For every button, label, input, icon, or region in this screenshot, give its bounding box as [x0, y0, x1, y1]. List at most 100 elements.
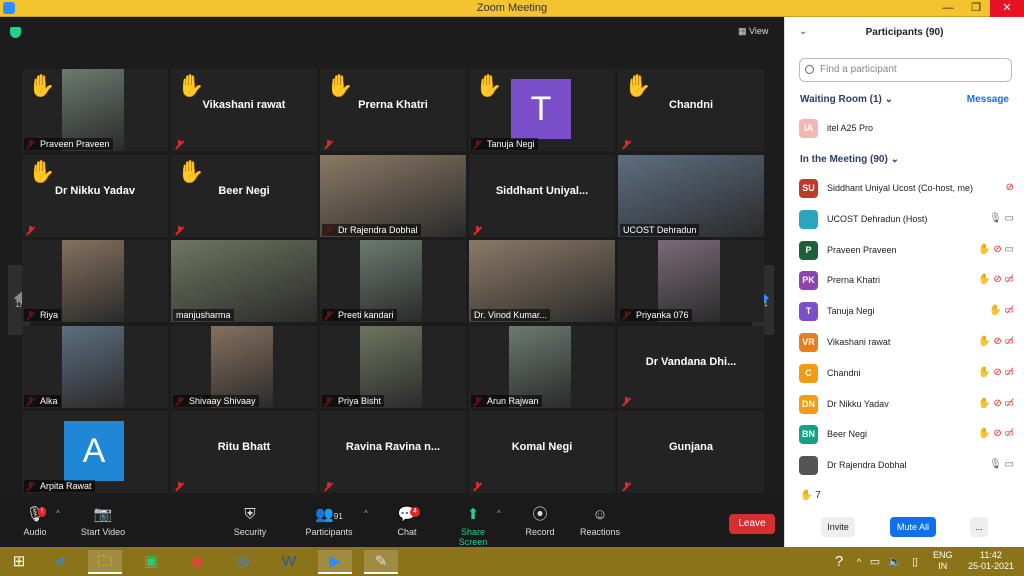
clock[interactable]: 11:42 25-01-2021	[968, 550, 1014, 572]
participant-row[interactable]: SU Siddhant Uniyal Ucost (Co-host, me) ⊘	[799, 178, 1014, 200]
view-button[interactable]: ▦ View	[738, 26, 768, 37]
raised-hand-icon: ✋	[28, 158, 56, 184]
network-icon[interactable]: ▭	[866, 550, 884, 574]
participant-row[interactable]: BN Beer Negi ✋ ⊘ ▭̸	[799, 424, 1014, 446]
participant-tile[interactable]: Riya	[22, 240, 168, 322]
participant-tile[interactable]: Beer Negi ✋	[171, 154, 317, 237]
share-options-caret[interactable]: ^	[497, 509, 501, 518]
waiting-room-header[interactable]: Waiting Room (1) ⌄	[800, 94, 893, 105]
participant-row[interactable]: C Chandni ✋ ⊘ ▭̸	[799, 363, 1014, 385]
muted-mic-icon	[622, 140, 631, 149]
participant-row[interactable]: VR Vikashani rawat ✋ ⊘ ▭̸	[799, 332, 1014, 354]
close-button[interactable]: ✕	[990, 0, 1024, 17]
store-icon[interactable]: ▣	[134, 550, 168, 574]
participant-tile[interactable]: Dr. Vinod Kumar...	[469, 240, 615, 322]
volume-icon[interactable]: 🔈	[886, 550, 904, 574]
participant-tile[interactable]: manjusharma	[171, 240, 317, 322]
participant-tile[interactable]: Ritu Bhatt	[171, 411, 317, 493]
chat-button[interactable]: 💬 Chat 4	[392, 505, 422, 537]
windows-taskbar: ⊞ ℯ 🗀 ▣ ◉ ◎ W ▶ ✎ ? ^ ▭ 🔈 ▯ ENG IN 11:42 2…	[0, 547, 1024, 576]
participant-row[interactable]: P Praveen Praveen ✋ ⊘ ▭	[799, 240, 1014, 262]
participant-avatar: T	[511, 79, 571, 139]
participant-tile[interactable]: Priyanka 076	[618, 240, 764, 322]
internet-explorer-icon[interactable]: ℯ	[44, 550, 78, 574]
minimize-button[interactable]: —	[934, 0, 962, 17]
word-icon[interactable]: W	[272, 550, 306, 574]
participant-row[interactable]: IA itel A25 Pro	[799, 118, 1014, 140]
participant-tile[interactable]: Komal Negi	[469, 411, 615, 493]
participant-tile[interactable]: Siddhant Uniyal...	[469, 154, 615, 237]
maximize-button[interactable]: ❐	[962, 0, 990, 17]
app-icon[interactable]: ◎	[226, 550, 260, 574]
participant-avatar: T	[799, 302, 818, 322]
paint-icon[interactable]: ✎	[364, 550, 398, 574]
participant-tile[interactable]: Alka	[22, 325, 168, 408]
muted-mic-icon	[324, 140, 333, 149]
mute-all-button[interactable]: Mute All	[890, 517, 936, 537]
message-waiting-button[interactable]: Message	[967, 94, 1009, 105]
participant-tile[interactable]: A Arpita Rawat	[22, 411, 168, 493]
file-explorer-icon[interactable]: 🗀	[88, 550, 122, 574]
participant-tile[interactable]: Vikashani rawat ✋	[171, 69, 317, 151]
participants-options-caret[interactable]: ^	[364, 509, 368, 518]
participant-tile[interactable]: UCOST Dehradun	[618, 154, 764, 237]
participant-video	[62, 240, 124, 322]
record-button[interactable]: ⦿ Record	[522, 505, 558, 537]
tray-caret-icon[interactable]: ^	[852, 550, 866, 574]
help-icon[interactable]: ?	[826, 550, 852, 574]
more-options-button[interactable]: ...	[970, 517, 988, 537]
audio-button[interactable]: 🎙 Audio !	[20, 505, 50, 537]
participants-button[interactable]: 👥91 Participants	[302, 505, 356, 537]
participant-status-icons: ✋ ⊘ ▭̸	[978, 367, 1014, 378]
participant-tile[interactable]: Dr Nikku Yadav ✋	[22, 154, 168, 237]
start-icon[interactable]: ⊞	[2, 550, 36, 574]
start-video-button[interactable]: 📷 Start Video	[78, 505, 128, 537]
participant-status-icons: ⊘	[1006, 182, 1014, 193]
reactions-icon: ☺	[592, 506, 608, 523]
security-button[interactable]: ⛨ Security	[230, 505, 270, 537]
participant-avatar: PK	[799, 271, 818, 291]
participant-tile[interactable]: Arun Rajwan	[469, 325, 615, 408]
clock-date: 25-01-2021	[967, 561, 1014, 571]
participant-tile[interactable]: Preeti kandari	[320, 240, 466, 322]
participant-row[interactable]: T Tanuja Negi ✋ ▭̸	[799, 301, 1014, 323]
battery-icon[interactable]: ▯	[906, 550, 924, 574]
participant-row[interactable]: UCOST Dehradun (Host) 🎙 ▭	[799, 209, 1014, 231]
participant-label: manjusharma	[173, 309, 234, 321]
video-off-icon: ▭̸	[1004, 366, 1014, 378]
participant-tile[interactable]: T ✋ Tanuja Negi	[469, 69, 615, 151]
language-indicator[interactable]: ENG IN	[933, 550, 953, 572]
raised-hands-number: 7	[815, 490, 821, 501]
participant-row[interactable]: DN Dr Nikku Yadav ✋ ⊘ ▭̸	[799, 394, 1014, 416]
participant-status-icons: 🎙 ▭	[989, 213, 1014, 224]
encryption-shield-icon[interactable]	[10, 27, 21, 38]
participant-tile[interactable]: Shivaay Shivaay	[171, 325, 317, 408]
in-meeting-header[interactable]: In the Meeting (90) ⌄	[800, 154, 899, 165]
participant-tile[interactable]: Dr Rajendra Dobhal	[320, 154, 466, 237]
participant-tile[interactable]: Dr Vandana Dhi...	[618, 325, 764, 408]
invite-button[interactable]: Invite	[821, 517, 855, 537]
participant-search-input[interactable]: Find a participant	[799, 58, 1012, 82]
participant-tile[interactable]: ✋ Praveen Praveen	[22, 69, 168, 151]
participant-name: Tanuja Negi	[827, 306, 875, 317]
participant-status-icons: ✋ ▭̸	[989, 305, 1014, 316]
share-screen-button[interactable]: ⬆ Share Screen	[446, 505, 500, 547]
participant-tile[interactable]: Priya Bisht	[320, 325, 466, 408]
participant-label: Preeti kandari	[322, 309, 397, 321]
audio-options-caret[interactable]: ^	[56, 509, 60, 518]
muted-mic-icon: ⊘	[993, 428, 1002, 440]
participant-tile[interactable]: Gunjana	[618, 411, 764, 493]
leave-button[interactable]: Leave	[729, 514, 775, 534]
zoom-taskbar-icon[interactable]: ▶	[318, 550, 352, 574]
chrome-icon[interactable]: ◉	[180, 550, 214, 574]
video-icon: ▭	[1004, 243, 1014, 255]
participant-tile[interactable]: Ravina Ravina n...	[320, 411, 466, 493]
muted-mic-icon: ⊘	[993, 243, 1002, 255]
reactions-button[interactable]: ☺ Reactions	[578, 505, 622, 537]
video-stage: ▦ View 1/4 1/4 ✋Praveen PraveenVikashani…	[0, 17, 784, 547]
participant-row[interactable]: PK Prerna Khatri ✋ ⊘ ▭̸	[799, 270, 1014, 292]
view-label: View	[749, 26, 769, 36]
participant-tile[interactable]: Prerna Khatri ✋	[320, 69, 466, 151]
participant-tile[interactable]: Chandni ✋	[618, 69, 764, 151]
participant-row[interactable]: Dr Rajendra Dobhal 🎙 ▭	[799, 455, 1014, 477]
